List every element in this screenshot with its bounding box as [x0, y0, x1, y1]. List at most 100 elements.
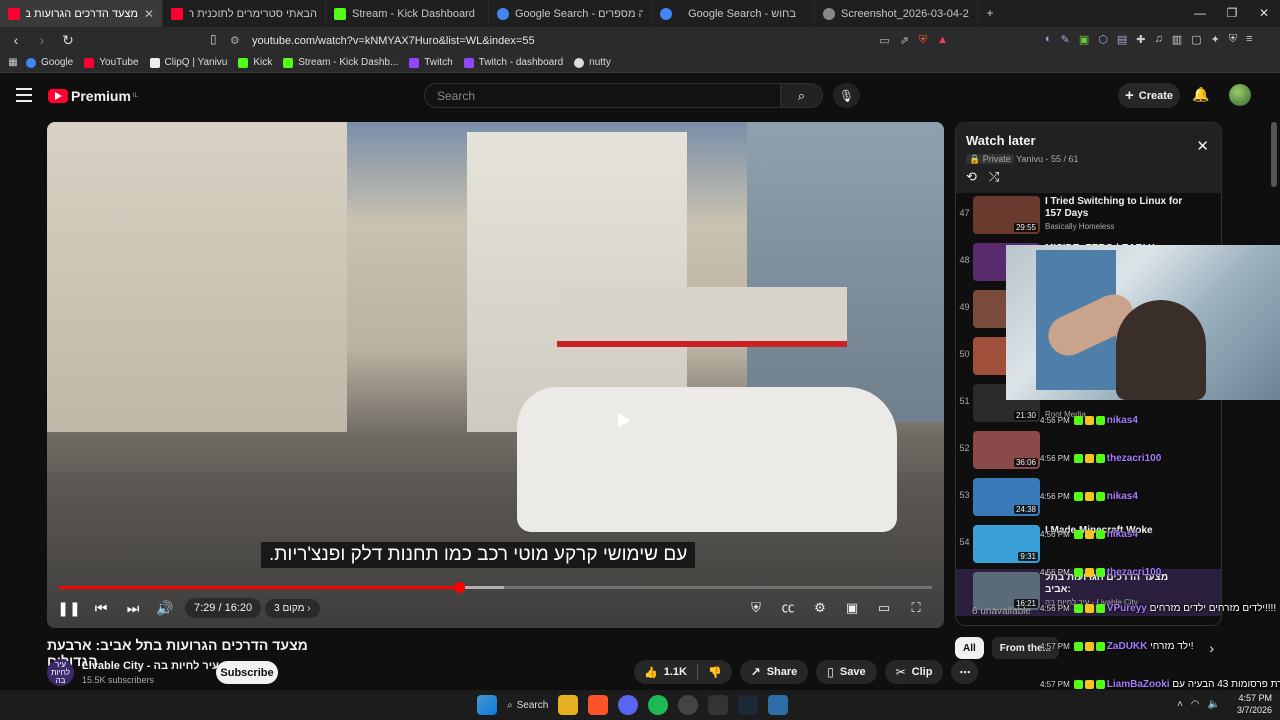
shuffle-icon[interactable]: ⤮: [989, 169, 999, 185]
back-icon[interactable]: ‹: [6, 32, 26, 48]
leo-icon[interactable]: ✦: [1211, 33, 1220, 46]
maximize-icon[interactable]: ❐: [1216, 0, 1248, 27]
shield-icon[interactable]: ⛨: [919, 34, 927, 47]
speaker-icon[interactable]: 🔈: [1208, 699, 1220, 710]
bookmark-twitch-dashboard[interactable]: Twitch - dashboard: [463, 57, 563, 68]
progress-bar[interactable]: [59, 582, 932, 593]
bookmark-kick[interactable]: Kick: [238, 57, 272, 68]
volume-icon[interactable]: 🔊: [149, 600, 181, 617]
file-explorer-icon[interactable]: [558, 695, 579, 715]
close-playlist-icon[interactable]: ✕: [1196, 137, 1209, 155]
loop-icon[interactable]: ⟲: [966, 169, 977, 185]
minimize-icon[interactable]: —: [1184, 0, 1216, 27]
cast-icon[interactable]: ▭: [879, 34, 889, 47]
extension-icon[interactable]: ▣: [1079, 33, 1089, 46]
apps-grid-icon[interactable]: ▦: [0, 57, 26, 68]
playlist-owner[interactable]: Yanivu: [1016, 154, 1043, 164]
video-thumbnail[interactable]: 29:55: [973, 196, 1040, 234]
playlist-title[interactable]: Watch later: [966, 133, 1211, 148]
discord-icon[interactable]: [618, 695, 639, 715]
wallet-icon[interactable]: ▢: [1191, 33, 1201, 46]
chat-username[interactable]: thezacri100: [1107, 453, 1161, 464]
media-icon[interactable]: ♫: [1155, 33, 1163, 46]
vpn-icon[interactable]: ⛨: [1229, 33, 1237, 46]
video-thumbnail[interactable]: 36:06: [973, 431, 1040, 469]
create-button[interactable]: + Create: [1118, 83, 1180, 108]
fullscreen-icon[interactable]: ⛶: [900, 595, 932, 621]
previous-icon[interactable]: ⏮: [85, 600, 117, 617]
channel-name[interactable]: Livable City - עיר לחיות בה: [82, 660, 219, 672]
page-scrollbar[interactable]: [1271, 122, 1277, 187]
subscribe-button[interactable]: Subscribe: [216, 661, 278, 684]
playlist-item[interactable]: 47 29:55 I Tried Switching to Linux for 15…: [956, 193, 1221, 240]
share-page-icon[interactable]: ⇗: [900, 34, 909, 47]
app-icon[interactable]: [768, 695, 789, 715]
menu-icon[interactable]: [16, 88, 32, 102]
obs-icon[interactable]: [678, 695, 699, 715]
new-tab-icon[interactable]: +: [978, 0, 1002, 27]
puzzle-icon[interactable]: ✚: [1136, 33, 1145, 46]
wifi-icon[interactable]: ◠: [1191, 699, 1200, 710]
sidebar-icon[interactable]: ▥: [1172, 33, 1182, 46]
bookmark-clipq[interactable]: ClipQ | Yanivu: [149, 57, 227, 68]
channel-avatar[interactable]: עיר לחיות בה: [47, 659, 74, 686]
spotify-icon[interactable]: [648, 695, 669, 715]
tab-youtube-streamers[interactable]: הבאתי סטרימרים לתוכנית הבית שלי: [163, 0, 326, 27]
chat-username[interactable]: thezacri100: [1107, 567, 1161, 578]
extension-icon[interactable]: ⬡: [1098, 33, 1108, 46]
captions-icon[interactable]: ㏄: [772, 595, 804, 621]
bookmark-nutty[interactable]: nutty: [574, 57, 611, 68]
tab-youtube-video[interactable]: מצעד הדרכים הגרועות בתל ✕: [0, 0, 163, 27]
extension-icon[interactable]: ▤: [1117, 33, 1127, 46]
tab-google-search-1[interactable]: Google Search - בוכרית שפה מספרים: [489, 0, 652, 27]
url-field[interactable]: ⚙ youtube.com/watch?v=kNMYAX7Huro&list=W…: [230, 31, 954, 50]
chat-username[interactable]: ZaDUKK: [1107, 641, 1148, 652]
steam-icon[interactable]: [738, 695, 759, 715]
settings-gear-icon[interactable]: ⚙: [804, 595, 836, 621]
video-thumbnail[interactable]: 16:21: [973, 572, 1040, 610]
tab-google-search-2[interactable]: Google Search - בחוש: [652, 0, 815, 27]
save-button[interactable]: ▯ Save: [816, 660, 877, 684]
close-tab-icon[interactable]: ✕: [144, 7, 154, 21]
chevron-up-icon[interactable]: ˄: [1177, 699, 1183, 710]
bookmark-twitch[interactable]: Twitch: [409, 57, 453, 68]
forward-icon[interactable]: ›: [32, 32, 52, 48]
chip-all[interactable]: All: [955, 637, 984, 659]
pause-icon[interactable]: ❚❚: [53, 600, 85, 617]
reload-icon[interactable]: ↻: [58, 32, 78, 49]
menu-icon[interactable]: ≡: [1246, 33, 1252, 46]
bookmark-google[interactable]: Google: [26, 57, 73, 68]
site-info-icon[interactable]: ⚙: [230, 34, 244, 47]
chapter-button[interactable]: 3 מקום ›: [265, 598, 320, 618]
video-thumbnail[interactable]: 9:31: [973, 525, 1040, 563]
clip-button[interactable]: ✂ Clip: [884, 660, 944, 684]
cast-icon[interactable]: ▭: [868, 595, 900, 621]
rewards-icon[interactable]: ▲: [937, 34, 948, 47]
notifications-bell-icon[interactable]: 🔔: [1192, 86, 1209, 103]
miniplayer-icon[interactable]: ▣: [836, 595, 868, 621]
start-icon[interactable]: [477, 695, 497, 715]
brave-browser-icon[interactable]: [588, 695, 609, 715]
chat-username[interactable]: nikas4: [1107, 529, 1138, 540]
video-thumbnail[interactable]: 24:38: [973, 478, 1040, 516]
bookmark-icon[interactable]: ▯: [210, 32, 217, 46]
dislike-button[interactable]: 👎: [698, 660, 732, 684]
search-button[interactable]: ⌕: [781, 83, 823, 108]
tab-kick-dashboard[interactable]: Stream - Kick Dashboard: [326, 0, 489, 27]
chat-username[interactable]: nikas4: [1107, 415, 1138, 426]
search-input[interactable]: Search: [424, 83, 781, 108]
scrubber-handle[interactable]: [453, 582, 465, 593]
more-actions-button[interactable]: ⋯: [951, 660, 979, 684]
chat-username[interactable]: VPureyy: [1107, 603, 1147, 614]
chat-username[interactable]: LiamBaZooki: [1107, 679, 1170, 690]
chat-username[interactable]: nikas4: [1107, 491, 1138, 502]
extension-icon[interactable]: ◐: [1045, 33, 1052, 46]
close-window-icon[interactable]: ✕: [1248, 0, 1280, 27]
like-button[interactable]: 👍 1.1K: [634, 660, 697, 684]
voice-search-button[interactable]: 🎙: [833, 83, 860, 108]
tab-screenshot[interactable]: Screenshot_2026-03-04-21-45-04-05: [815, 0, 978, 27]
next-icon[interactable]: ⏭: [117, 600, 149, 617]
sponsorblock-icon[interactable]: ⛨: [740, 595, 772, 621]
share-button[interactable]: ↗ Share: [739, 660, 809, 684]
bookmark-kick-dashboard[interactable]: Stream - Kick Dashb...: [283, 57, 398, 68]
